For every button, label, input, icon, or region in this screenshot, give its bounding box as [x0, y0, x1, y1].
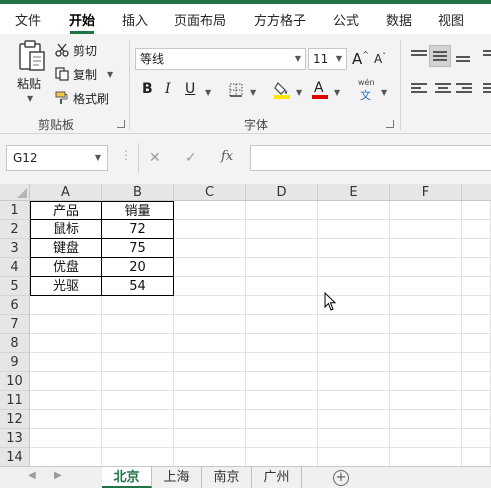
align-middle-button[interactable] — [429, 45, 451, 67]
bold-button[interactable]: B — [142, 81, 153, 97]
format-painter-button[interactable]: 格式刷 — [55, 90, 125, 108]
name-box[interactable]: G12 ▼ — [6, 145, 108, 171]
caret-down-icon: ˇ — [382, 52, 387, 61]
italic-button[interactable]: I — [165, 81, 171, 97]
grow-font-label: A — [352, 50, 363, 68]
ribbon: 粘贴 ▼ 剪切 复制 ▼ 格式刷 剪贴板 等线 ▼ 11 ▼ A^ Aˇ B I… — [0, 34, 491, 134]
cut-label: 剪切 — [73, 44, 98, 58]
sheet-tab-beijing[interactable]: 北京 — [102, 467, 152, 488]
formula-bar-area: G12 ▼ ⋮ ✕ ✓ fx — [0, 134, 491, 184]
chevron-down-icon[interactable]: ▼ — [334, 88, 340, 97]
font-name-value: 等线 — [140, 52, 165, 66]
tab-home[interactable]: 开始 — [69, 10, 95, 29]
align-center-icon[interactable] — [435, 83, 451, 95]
chevron-down-icon: ▼ — [335, 54, 342, 63]
sheet-tab-bar: ◀ ▶ 北京 上海 南京 广州 + — [0, 466, 491, 488]
font-color-bar — [312, 95, 328, 99]
shrink-font-label: A — [374, 52, 383, 66]
sheet-tab-shanghai[interactable]: 上海 — [152, 467, 202, 488]
copy-icon — [55, 67, 69, 81]
cell-a2[interactable]: 鼠标 — [30, 220, 102, 239]
clipboard-group-label: 剪贴板 — [38, 118, 75, 132]
shrink-font-button[interactable]: Aˇ — [374, 52, 386, 66]
add-sheet-icon[interactable]: + — [333, 470, 349, 486]
chevron-down-icon: ▼ — [107, 70, 114, 79]
phonetic-top-label: wén — [358, 78, 375, 87]
font-group-label: 字体 — [244, 118, 269, 132]
cell-a5[interactable]: 光驱 — [30, 277, 102, 296]
border-icon[interactable] — [229, 83, 243, 97]
cell-b5[interactable]: 54 — [102, 277, 174, 296]
tab-view[interactable]: 视图 — [438, 10, 464, 29]
dialog-launcher-icon[interactable] — [117, 120, 125, 128]
insert-function-icon[interactable]: fx — [221, 149, 233, 164]
font-color-button[interactable]: A — [312, 78, 328, 100]
worksheet-grid[interactable]: A B C D E F 1 2 3 4 5 6 7 8 9 10 11 12 1… — [0, 184, 491, 466]
tab-page-layout[interactable]: 页面布局 — [174, 10, 226, 29]
next-sheet-icon[interactable]: ▶ — [54, 470, 62, 481]
chevron-down-icon[interactable]: ▼ — [296, 88, 302, 97]
sheet-tab-nanjing[interactable]: 南京 — [202, 467, 252, 488]
align-top-icon[interactable] — [411, 50, 427, 62]
font-size-value: 11 — [313, 52, 329, 66]
chevron-down-icon: ▼ — [27, 94, 34, 103]
chevron-down-icon[interactable]: ▼ — [381, 88, 387, 97]
cell-b3[interactable]: 75 — [102, 239, 174, 258]
drag-handle-icon[interactable]: ⋮ — [120, 148, 132, 162]
clipboard-icon — [19, 40, 45, 71]
underline-button[interactable]: U — [185, 81, 195, 97]
scissors-icon — [55, 43, 69, 57]
formula-divider — [138, 143, 139, 173]
chevron-down-icon: ▼ — [294, 54, 301, 63]
chevron-down-icon[interactable]: ▼ — [205, 88, 211, 97]
tab-formulas[interactable]: 公式 — [333, 10, 359, 29]
menu-bar: 文件 开始 插入 页面布局 方方格子 公式 数据 视图 — [0, 4, 491, 34]
align-right-icon[interactable] — [456, 83, 472, 95]
align-middle-icon — [433, 51, 449, 63]
font-name-select[interactable]: 等线 ▼ — [135, 48, 306, 70]
paintbrush-icon — [55, 91, 68, 104]
font-color-label: A — [314, 80, 324, 96]
cell-a1[interactable]: 产品 — [30, 201, 102, 220]
group-divider — [400, 40, 401, 130]
tab-fangfang[interactable]: 方方格子 — [254, 10, 306, 29]
font-size-select[interactable]: 11 ▼ — [308, 48, 347, 70]
prev-sheet-icon[interactable]: ◀ — [28, 470, 36, 481]
phonetic-button[interactable]: wén 文 — [357, 78, 379, 102]
paste-button[interactable]: 粘贴 ▼ — [12, 40, 52, 106]
copy-button[interactable]: 复制 ▼ — [55, 66, 120, 84]
tab-file[interactable]: 文件 — [15, 10, 41, 29]
indent-icon[interactable] — [483, 83, 491, 95]
cell-b4[interactable]: 20 — [102, 258, 174, 277]
tab-data[interactable]: 数据 — [386, 10, 412, 29]
enter-icon[interactable]: ✓ — [185, 150, 197, 166]
copy-label: 复制 — [73, 68, 98, 82]
name-box-value: G12 — [13, 151, 38, 165]
cut-button[interactable]: 剪切 — [55, 42, 115, 60]
align-bottom-icon[interactable] — [456, 56, 472, 68]
orientation-icon[interactable] — [483, 50, 491, 62]
grow-font-button[interactable]: A^ — [352, 50, 369, 68]
tab-insert[interactable]: 插入 — [122, 10, 148, 29]
dialog-launcher-icon[interactable] — [386, 120, 394, 128]
cell-b1[interactable]: 销量 — [102, 201, 174, 220]
cell-a4[interactable]: 优盘 — [30, 258, 102, 277]
cell-b2[interactable]: 72 — [102, 220, 174, 239]
formula-input[interactable] — [250, 145, 491, 171]
mouse-pointer-icon — [324, 292, 337, 311]
caret-up-icon: ^ — [362, 50, 369, 59]
phonetic-bottom-label: 文 — [360, 89, 371, 102]
sheet-tab-guangzhou[interactable]: 广州 — [252, 467, 302, 488]
cancel-icon[interactable]: ✕ — [149, 150, 161, 166]
format-painter-label: 格式刷 — [73, 92, 110, 106]
chevron-down-icon: ▼ — [94, 153, 101, 162]
align-left-icon[interactable] — [411, 83, 427, 95]
paste-label: 粘贴 — [17, 77, 42, 91]
group-divider — [129, 40, 130, 130]
chevron-down-icon[interactable]: ▼ — [250, 88, 256, 97]
cell-a3[interactable]: 键盘 — [30, 239, 102, 258]
fill-color-icon[interactable] — [274, 81, 290, 99]
